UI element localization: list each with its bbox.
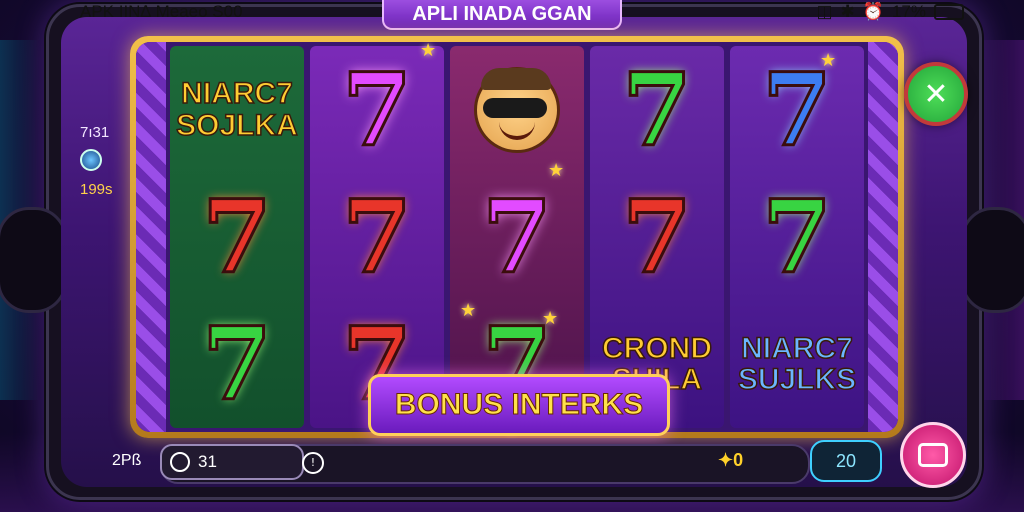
bonus-banner[interactable]: BONUS INTERKS [368, 374, 670, 436]
phone-side-button-left [0, 207, 67, 313]
star-icon: ★ [542, 308, 559, 329]
bottom-left-label: 2Pß [112, 452, 142, 469]
reel-symbol: 7 [310, 46, 444, 173]
battery-icon [934, 4, 964, 20]
reel-symbol: 7 [590, 173, 724, 300]
reel-symbol: 7 [170, 173, 304, 300]
alarm-icon: ⏰ [862, 2, 884, 21]
face-glasses [483, 97, 547, 118]
phone-side-button-right [961, 207, 1024, 313]
battery-percent: 17% [891, 2, 926, 21]
seven-symbol-icon: 7 [621, 50, 694, 169]
seven-symbol-icon: 7 [201, 177, 274, 296]
reel-3: 77 [450, 46, 584, 428]
pillar-right [868, 42, 898, 432]
reel-1: NIARC7 SOJLKA 7 7 [170, 46, 304, 428]
word-symbol: NIARC7 SUJLKS [737, 331, 857, 397]
reel-symbol: 7 [730, 46, 864, 173]
spin-button[interactable] [900, 422, 966, 488]
info-icon[interactable]: ! [302, 452, 324, 474]
reel-5: 7 7 NIARC7 SUJLKS [730, 46, 864, 428]
status-right-group: ◫ ✱ ⏰ 17% [816, 2, 964, 22]
reel-symbol: 7 [730, 173, 864, 300]
word-symbol: NIARC7 SOJLKA [175, 77, 298, 142]
reel-symbol: 7 [170, 301, 304, 428]
game-title-banner: APLI INADA GGAN [382, 0, 622, 30]
star-icon: ★ [460, 300, 477, 321]
left-info-panel: 7ı31 199s [80, 124, 113, 206]
star-icon: ★ [420, 40, 437, 61]
seven-symbol-icon: 7 [761, 50, 834, 169]
cool-face-icon [474, 66, 560, 153]
seven-symbol-icon: 7 [621, 177, 694, 296]
coin-icon [170, 452, 190, 472]
close-icon: ✕ [923, 76, 949, 112]
balance-display: 31 [160, 444, 304, 480]
status-left-text: APK IIN∆ Meaeo S00 [80, 2, 243, 21]
star-value: ✦0 [718, 450, 744, 470]
bluetooth-icon: ✱ [840, 2, 855, 21]
reel-symbol [450, 46, 584, 173]
left-info-line1: 7ı31 [80, 124, 110, 141]
bet-amount-box[interactable]: 20 [810, 440, 882, 482]
star-icon: ★ [820, 50, 837, 71]
star-icon: ★ [548, 160, 565, 181]
reel-4: 77CROND SUILA [590, 46, 724, 428]
face-hair [481, 67, 551, 90]
close-button[interactable]: ✕ [904, 62, 968, 126]
reel-symbol: 7 [450, 173, 584, 300]
seven-symbol-icon: 7 [201, 305, 274, 424]
seven-symbol-icon: 7 [481, 177, 554, 296]
seven-symbol-icon: 7 [341, 50, 414, 169]
seven-symbol-icon: 7 [341, 177, 414, 296]
reel-symbol: 7 [590, 46, 724, 173]
stop-square-icon [918, 443, 948, 467]
reel-2: 777 [310, 46, 444, 428]
balance-value: 31 [198, 452, 217, 471]
nfc-icon: ◫ [816, 2, 833, 21]
reel-symbol: NIARC7 SUJLKS [730, 301, 864, 428]
face-smile [499, 122, 535, 140]
reel-symbol: 7 [310, 173, 444, 300]
left-info-line2: 199s [80, 181, 113, 198]
reel-grid: NIARC7 SOJLKA777777777CROND SUILA77NIARC… [170, 46, 864, 428]
seven-symbol-icon: 7 [761, 177, 834, 296]
pillar-left [136, 42, 166, 432]
coin-indicator-icon [80, 149, 102, 171]
reel-symbol: NIARC7 SOJLKA [170, 46, 304, 173]
